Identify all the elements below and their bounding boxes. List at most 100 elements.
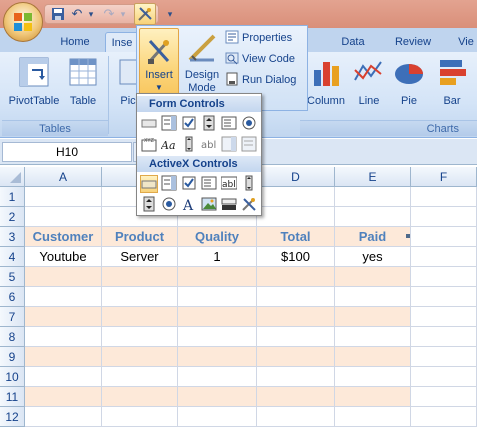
row-header-3[interactable]: 3 — [0, 227, 25, 247]
cell-f10[interactable] — [411, 367, 477, 387]
cell-d7[interactable] — [257, 307, 335, 327]
row-header-12[interactable]: 12 — [0, 407, 25, 427]
cell-b9[interactable] — [102, 347, 178, 367]
cell-c6[interactable] — [178, 287, 257, 307]
row-header-1[interactable]: 1 — [0, 187, 25, 207]
office-button[interactable] — [3, 2, 43, 42]
cell-d11[interactable] — [257, 387, 335, 407]
view-code-button[interactable]: View Code — [225, 49, 295, 69]
cell-f12[interactable] — [411, 407, 477, 427]
cell-d10[interactable] — [257, 367, 335, 387]
cell-f6[interactable] — [411, 287, 477, 307]
row-header-4[interactable]: 4 — [0, 247, 25, 267]
cell-f1[interactable] — [411, 187, 477, 207]
name-box[interactable]: H10 — [2, 142, 132, 162]
save-icon[interactable] — [50, 5, 66, 23]
cell-e6[interactable] — [335, 287, 411, 307]
row-header-2[interactable]: 2 — [0, 207, 25, 227]
column-header-e[interactable]: E — [335, 167, 411, 187]
cell-f5[interactable] — [411, 267, 477, 287]
cell-d1[interactable] — [257, 187, 335, 207]
cell-a3[interactable]: Customer — [25, 227, 102, 247]
cell-e8[interactable] — [335, 327, 411, 347]
cell-c5[interactable] — [178, 267, 257, 287]
row-header-7[interactable]: 7 — [0, 307, 25, 327]
cell-a4[interactable]: Youtube — [25, 247, 102, 267]
form-list-box-icon[interactable] — [220, 115, 238, 133]
cell-c7[interactable] — [178, 307, 257, 327]
cell-e7[interactable] — [335, 307, 411, 327]
cell-a10[interactable] — [25, 367, 102, 387]
activex-scroll-bar-icon[interactable] — [240, 175, 258, 193]
cell-e12[interactable] — [335, 407, 411, 427]
activex-combo-box-icon[interactable] — [160, 175, 178, 193]
cell-d12[interactable] — [257, 407, 335, 427]
cell-a12[interactable] — [25, 407, 102, 427]
column-header-f[interactable]: F — [411, 167, 477, 187]
cell-a11[interactable] — [25, 387, 102, 407]
cell-c3[interactable]: Quality — [178, 227, 257, 247]
cell-d5[interactable] — [257, 267, 335, 287]
form-button-icon[interactable] — [140, 115, 158, 133]
cell-c12[interactable] — [178, 407, 257, 427]
cell-a2[interactable] — [25, 207, 102, 227]
cell-f11[interactable] — [411, 387, 477, 407]
row-header-5[interactable]: 5 — [0, 267, 25, 287]
activex-check-box-icon[interactable] — [180, 175, 198, 193]
cell-d9[interactable] — [257, 347, 335, 367]
cell-d4[interactable]: $100 — [257, 247, 335, 267]
customize-qat-icon[interactable]: ▾ — [165, 5, 175, 23]
column-header-d[interactable]: D — [257, 167, 335, 187]
activex-image-icon[interactable] — [200, 196, 218, 214]
cell-e2[interactable] — [335, 207, 411, 227]
activex-list-box-icon[interactable] — [200, 175, 218, 193]
activex-option-button-icon[interactable] — [160, 196, 178, 214]
cell-a1[interactable] — [25, 187, 102, 207]
form-check-box-icon[interactable] — [180, 115, 198, 133]
activex-more-controls-icon[interactable] — [240, 196, 258, 214]
cell-d2[interactable] — [257, 207, 335, 227]
cell-e1[interactable] — [335, 187, 411, 207]
activex-spin-button-icon[interactable] — [140, 196, 158, 214]
tab-data[interactable]: Data — [335, 32, 371, 52]
run-dialog-button[interactable]: Run Dialog — [225, 70, 296, 90]
cell-d6[interactable] — [257, 287, 335, 307]
cell-f3[interactable] — [411, 227, 477, 247]
cell-c4[interactable]: 1 — [178, 247, 257, 267]
cell-e10[interactable] — [335, 367, 411, 387]
form-combo-box-icon[interactable] — [160, 115, 178, 133]
cell-c8[interactable] — [178, 327, 257, 347]
form-label-icon[interactable]: Aa — [160, 136, 178, 154]
pie-chart-button[interactable]: Pie — [392, 56, 426, 108]
cell-f4[interactable] — [411, 247, 477, 267]
form-spin-button-icon[interactable] — [200, 115, 218, 133]
row-header-8[interactable]: 8 — [0, 327, 25, 347]
form-scroll-bar-icon[interactable] — [180, 136, 198, 154]
cell-a8[interactable] — [25, 327, 102, 347]
form-group-box-icon[interactable]: XYZ — [140, 136, 158, 154]
cell-b8[interactable] — [102, 327, 178, 347]
cell-a5[interactable] — [25, 267, 102, 287]
form-combo-drop-down-edit-icon[interactable] — [240, 136, 258, 154]
undo-dropdown-icon[interactable]: ▾ — [86, 5, 96, 23]
table-button[interactable]: Table — [64, 56, 102, 108]
cell-b11[interactable] — [102, 387, 178, 407]
form-combo-list-edit-icon[interactable] — [220, 136, 238, 154]
design-mode-qat-icon[interactable] — [134, 3, 156, 25]
properties-button[interactable]: Properties — [225, 28, 292, 48]
cell-b6[interactable] — [102, 287, 178, 307]
row-header-10[interactable]: 10 — [0, 367, 25, 387]
line-chart-button[interactable]: Line — [352, 56, 386, 108]
cell-e9[interactable] — [335, 347, 411, 367]
form-option-button-icon[interactable] — [240, 115, 258, 133]
row-header-9[interactable]: 9 — [0, 347, 25, 367]
tab-insert[interactable]: Inse — [105, 32, 139, 52]
cell-b5[interactable] — [102, 267, 178, 287]
undo-icon[interactable]: ↶ — [70, 5, 84, 23]
cell-e5[interactable] — [335, 267, 411, 287]
cell-c11[interactable] — [178, 387, 257, 407]
activex-command-button-icon[interactable] — [140, 175, 158, 193]
cell-c9[interactable] — [178, 347, 257, 367]
cell-b10[interactable] — [102, 367, 178, 387]
cell-e11[interactable] — [335, 387, 411, 407]
